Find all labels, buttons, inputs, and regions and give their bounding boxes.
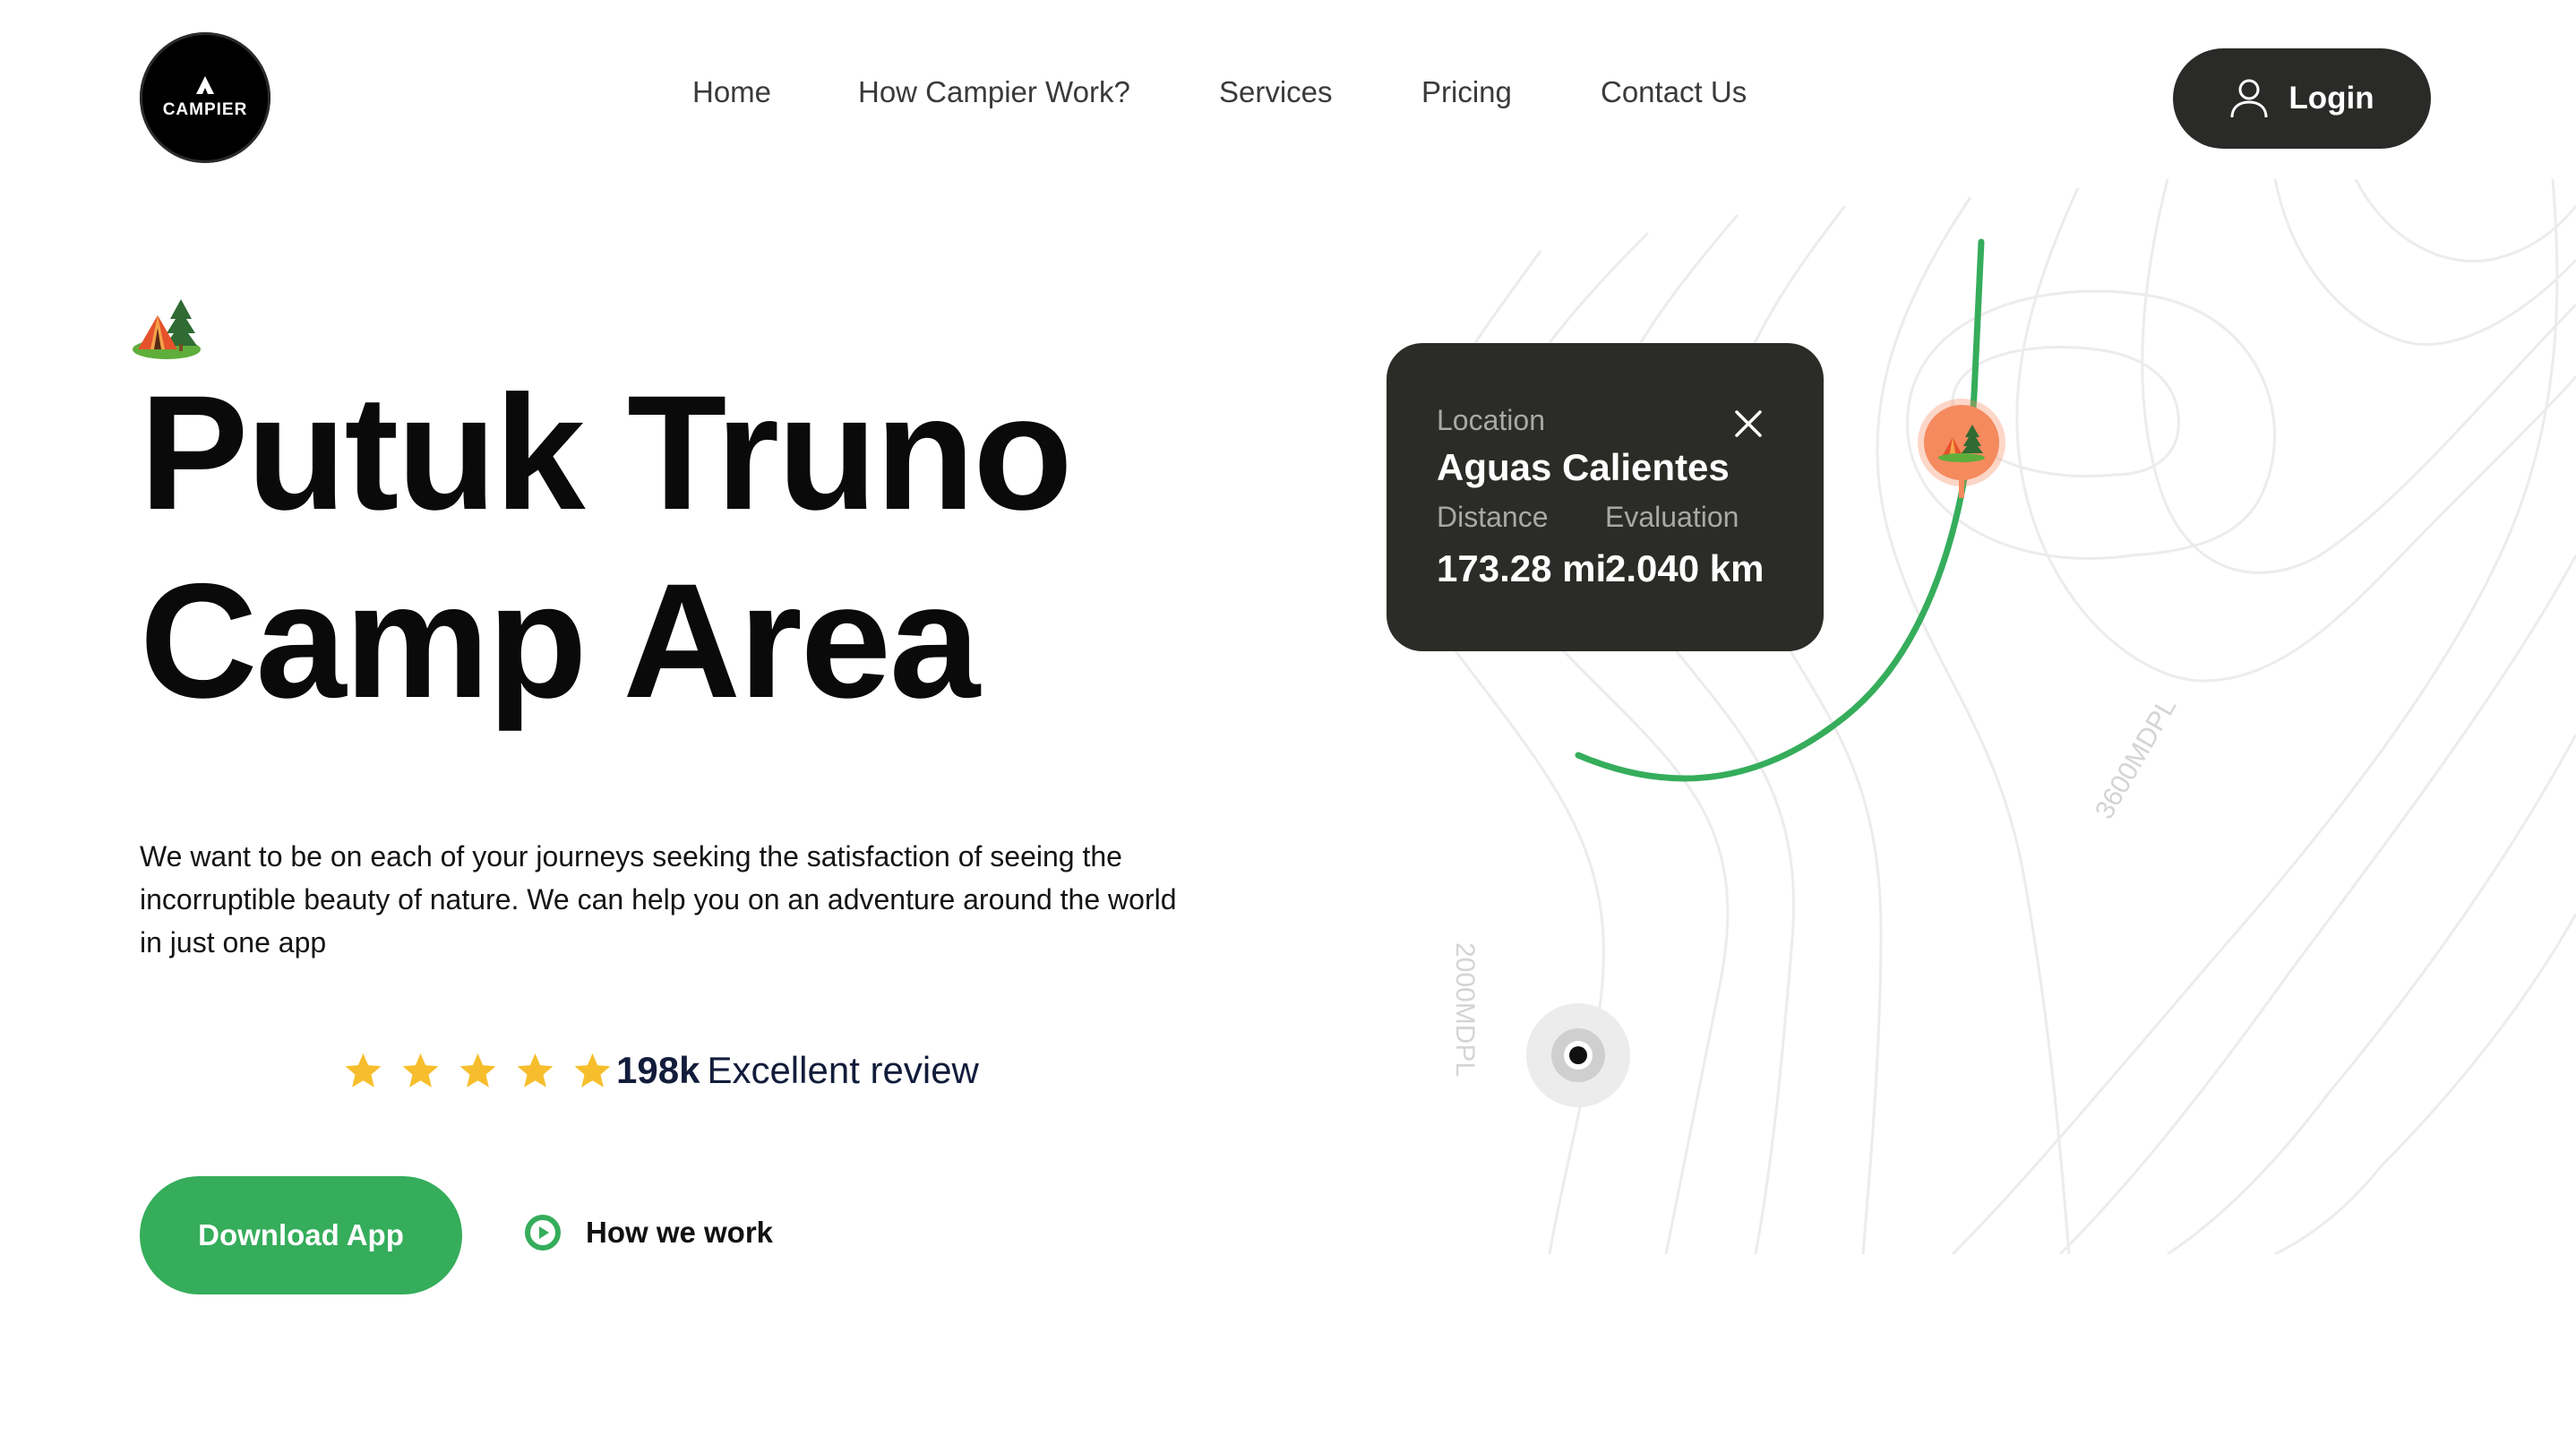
user-icon	[2230, 79, 2268, 118]
evaluation-label: Evaluation	[1605, 501, 1739, 533]
camping-tent-icon	[133, 299, 201, 359]
how-we-work-label: How we work	[586, 1216, 774, 1249]
login-button[interactable]: Login	[2173, 48, 2431, 149]
hero-title: Putuk Truno Camp Area	[140, 358, 1304, 735]
star-icon	[402, 1053, 439, 1088]
star-icon	[517, 1053, 554, 1088]
tent-icon	[196, 76, 214, 94]
distance-value: 173.28 mi	[1437, 547, 1607, 589]
contour-label-2000: 2000MDPL	[1450, 941, 1481, 1078]
hero-description: We want to be on each of your journeys s…	[140, 840, 1177, 959]
rating-stars	[343, 1051, 613, 1091]
hero-title-line-2: Camp Area	[140, 549, 980, 732]
campier-logo[interactable]: CAMPIER	[140, 32, 270, 163]
login-label: Login	[2288, 81, 2374, 116]
star-icon	[345, 1053, 382, 1088]
nav-pricing[interactable]: Pricing	[1421, 75, 1512, 109]
location-popup: Location Aguas Calientes Distance Evalua…	[1387, 343, 1824, 651]
rating-label: Excellent review	[707, 1049, 979, 1091]
download-app-button[interactable]: Download App	[140, 1176, 462, 1294]
play-icon	[525, 1215, 561, 1251]
close-icon[interactable]	[1734, 409, 1763, 438]
distance-label: Distance	[1437, 501, 1549, 533]
star-icon	[574, 1053, 611, 1088]
nav-how-campier-works[interactable]: How Campier Work?	[858, 75, 1130, 109]
rating-count: 198k	[616, 1049, 700, 1091]
destination-pin[interactable]	[1917, 398, 2006, 498]
nav-home[interactable]: Home	[692, 75, 771, 109]
star-icon	[459, 1053, 496, 1088]
evaluation-value: 2.040 km	[1605, 547, 1765, 589]
how-we-work-link[interactable]: How we work	[525, 1215, 773, 1251]
nav-contact-us[interactable]: Contact Us	[1601, 75, 1747, 109]
location-label: Location	[1437, 404, 1545, 436]
logo-text: CAMPIER	[162, 100, 248, 119]
nav-services[interactable]: Services	[1219, 75, 1333, 109]
hero-title-line-1: Putuk Truno	[140, 361, 1073, 544]
topographic-map	[1404, 179, 2576, 1254]
origin-marker[interactable]	[1524, 1002, 1632, 1109]
rating: 198k Excellent review	[343, 1044, 979, 1097]
location-name: Aguas Calientes	[1437, 446, 1730, 488]
